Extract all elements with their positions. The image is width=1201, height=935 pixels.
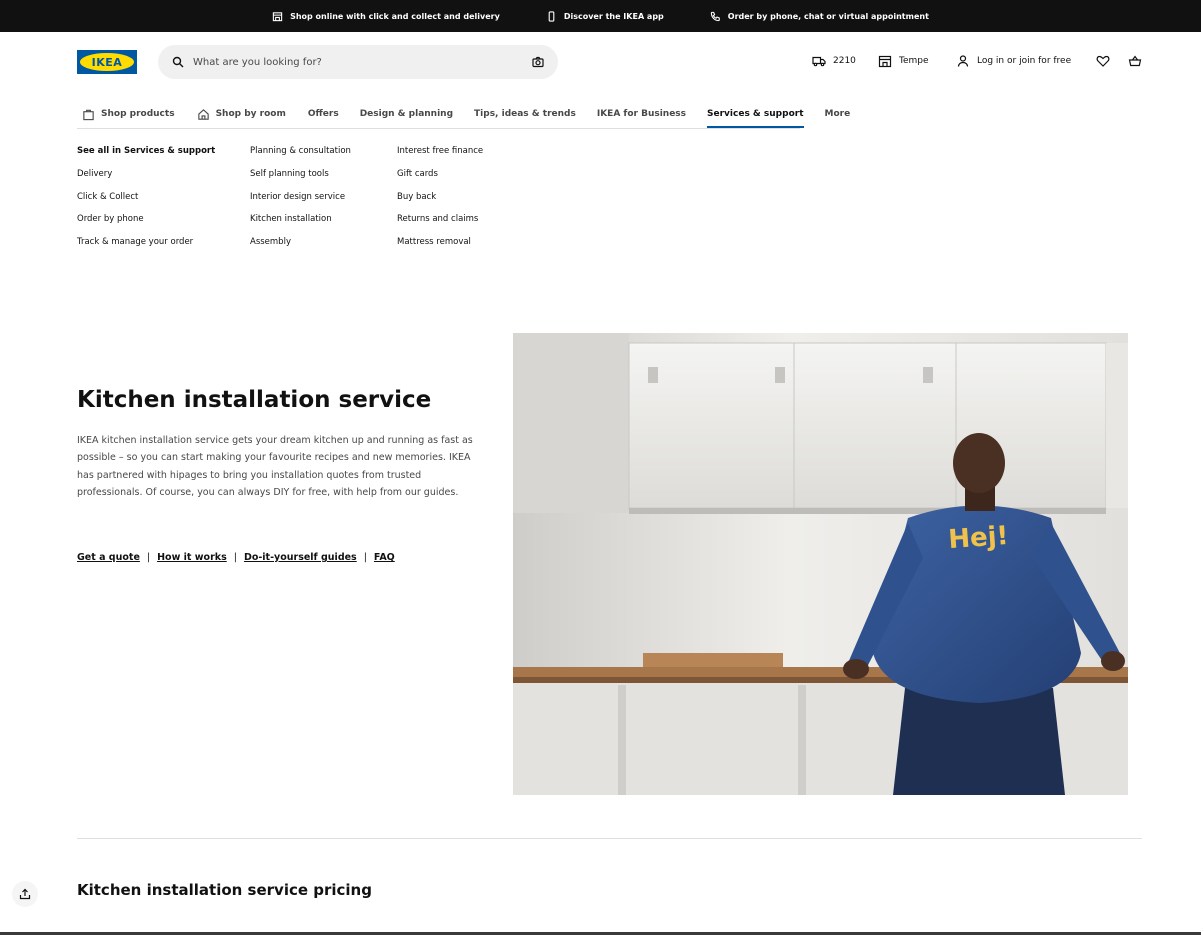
search-input[interactable] bbox=[193, 56, 523, 68]
main-nav: Shop products Shop by room Offers Design… bbox=[77, 97, 850, 129]
menu-link-order-phone[interactable]: Order by phone bbox=[77, 213, 215, 236]
nav-more[interactable]: More bbox=[825, 97, 851, 125]
page-title: Kitchen installation service bbox=[77, 387, 432, 413]
store-icon bbox=[272, 11, 283, 21]
menu-link-see-all[interactable]: See all in Services & support bbox=[77, 145, 215, 168]
camera-icon[interactable] bbox=[532, 56, 544, 68]
menu-column-3: Interest free finance Gift cards Buy bac… bbox=[397, 145, 483, 259]
phone-icon bbox=[548, 10, 555, 22]
nav-label: Design & planning bbox=[359, 109, 454, 119]
menu-link-click-collect[interactable]: Click & Collect bbox=[77, 191, 215, 214]
search-bar[interactable] bbox=[158, 45, 558, 79]
nav-ikea-business[interactable]: IKEA for Business bbox=[597, 97, 686, 125]
link-how-it-works[interactable]: How it works bbox=[157, 552, 227, 563]
cart-icon[interactable] bbox=[1128, 54, 1142, 68]
nav-shop-products[interactable]: Shop products bbox=[82, 97, 175, 125]
promo-order-phone[interactable]: Order by phone, chat or virtual appointm… bbox=[710, 11, 929, 22]
promo-click-collect[interactable]: Shop online with click and collect and d… bbox=[272, 11, 500, 22]
logo-oval: IKEA bbox=[80, 53, 134, 71]
nav-shop-by-room[interactable]: Shop by room bbox=[197, 97, 286, 125]
nav-services-support[interactable]: Services & support bbox=[707, 97, 804, 128]
link-get-quote[interactable]: Get a quote bbox=[77, 552, 140, 563]
search-icon bbox=[172, 56, 184, 68]
menu-link-mattress-removal[interactable]: Mattress removal bbox=[397, 236, 483, 259]
call-icon bbox=[710, 11, 720, 21]
menu-link-assembly[interactable]: Assembly bbox=[250, 236, 351, 259]
share-button[interactable] bbox=[12, 881, 38, 907]
nav-label: More bbox=[824, 109, 851, 119]
delivery-postcode: 2210 bbox=[833, 56, 856, 66]
promo-label: Discover the IKEA app bbox=[563, 11, 664, 21]
hero-image: Hej! bbox=[513, 333, 1128, 795]
nav-label: Shop products bbox=[101, 109, 175, 119]
section-divider bbox=[77, 838, 1142, 839]
menu-link-kitchen-installation[interactable]: Kitchen installation bbox=[250, 213, 351, 236]
link-separator: | bbox=[363, 552, 367, 563]
store-name: Tempe bbox=[899, 56, 929, 66]
promo-label: Order by phone, chat or virtual appointm… bbox=[727, 11, 929, 21]
menu-column-2: Planning & consultation Self planning to… bbox=[250, 145, 351, 259]
nav-label: Shop by room bbox=[215, 109, 286, 119]
nav-label: IKEA for Business bbox=[596, 109, 687, 119]
link-separator: | bbox=[233, 552, 237, 563]
menu-link-gift-cards[interactable]: Gift cards bbox=[397, 168, 483, 191]
promo-bar: Shop online with click and collect and d… bbox=[0, 0, 1201, 32]
share-icon bbox=[19, 888, 31, 900]
login-label: Log in or join for free bbox=[977, 56, 1072, 66]
logo-text: IKEA bbox=[91, 55, 123, 69]
user-icon bbox=[957, 55, 969, 67]
pricing-section-title: Kitchen installation service pricing bbox=[77, 881, 372, 899]
nav-tips-ideas[interactable]: Tips, ideas & trends bbox=[474, 97, 576, 125]
bag-icon bbox=[83, 109, 94, 120]
menu-link-delivery[interactable]: Delivery bbox=[77, 168, 215, 191]
heart-icon[interactable] bbox=[1096, 54, 1110, 68]
promo-app[interactable]: Discover the IKEA app bbox=[546, 10, 664, 22]
ikea-logo[interactable]: IKEA bbox=[77, 50, 137, 74]
kitchen-installer-illustration: Hej! bbox=[513, 333, 1128, 795]
menu-link-self-planning[interactable]: Self planning tools bbox=[250, 168, 351, 191]
nav-label: Tips, ideas & trends bbox=[474, 109, 576, 119]
nav-design-planning[interactable]: Design & planning bbox=[360, 97, 453, 125]
jacket-text: Hej! bbox=[947, 521, 1009, 555]
nav-label: Services & support bbox=[707, 109, 804, 119]
house-icon bbox=[197, 108, 209, 120]
link-faq[interactable]: FAQ bbox=[374, 552, 395, 563]
menu-column-1: See all in Services & support Delivery C… bbox=[77, 145, 215, 259]
delivery-postcode-button[interactable]: 2210 bbox=[812, 54, 856, 68]
nav-offers[interactable]: Offers bbox=[308, 97, 339, 125]
menu-link-track-order[interactable]: Track & manage your order bbox=[77, 236, 215, 259]
truck-icon bbox=[812, 56, 826, 67]
menu-link-finance[interactable]: Interest free finance bbox=[397, 145, 483, 168]
hero-description: IKEA kitchen installation service gets y… bbox=[77, 435, 473, 498]
store-selector-button[interactable]: Tempe bbox=[878, 54, 929, 68]
login-button[interactable]: Log in or join for free bbox=[956, 54, 1071, 68]
nav-label: Offers bbox=[307, 109, 339, 119]
menu-link-interior-design[interactable]: Interior design service bbox=[250, 191, 351, 214]
menu-link-buy-back[interactable]: Buy back bbox=[397, 191, 483, 214]
hero-anchor-links: Get a quote | How it works | Do-it-yours… bbox=[77, 552, 395, 563]
link-diy-guides[interactable]: Do-it-yourself guides bbox=[244, 552, 357, 563]
link-separator: | bbox=[146, 552, 151, 563]
menu-link-returns[interactable]: Returns and claims bbox=[397, 213, 483, 236]
store-icon bbox=[878, 55, 892, 68]
menu-link-planning[interactable]: Planning & consultation bbox=[250, 145, 351, 168]
promo-label: Shop online with click and collect and d… bbox=[290, 11, 500, 21]
